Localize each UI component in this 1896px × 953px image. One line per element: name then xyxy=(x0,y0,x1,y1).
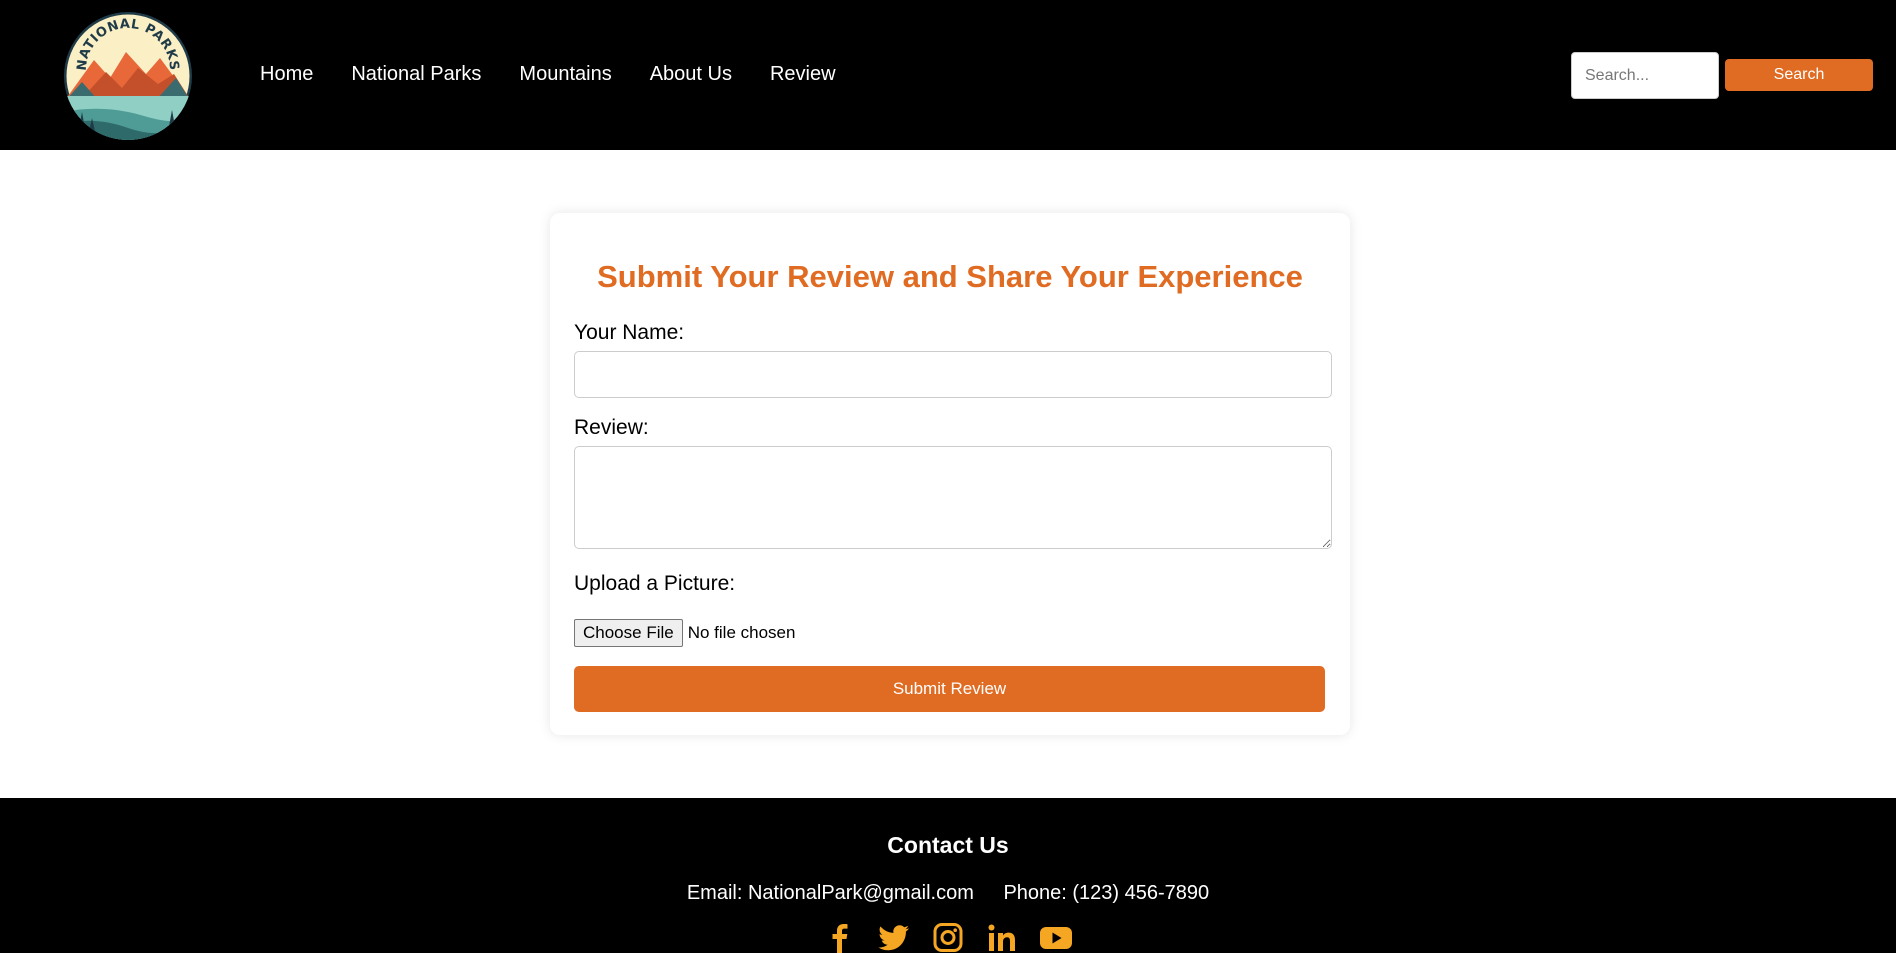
upload-label: Upload a Picture: xyxy=(574,572,736,595)
search-input[interactable] xyxy=(1571,52,1719,99)
instagram-icon[interactable] xyxy=(931,922,965,953)
review-form-card: Submit Your Review and Share Your Experi… xyxy=(550,213,1350,735)
search-button[interactable]: Search xyxy=(1725,59,1873,91)
form-title: Submit Your Review and Share Your Experi… xyxy=(597,259,1303,294)
name-label: Your Name: xyxy=(574,321,685,344)
nav-review[interactable]: Review xyxy=(770,60,836,88)
nav-mountains[interactable]: Mountains xyxy=(519,60,611,88)
linkedin-icon[interactable] xyxy=(985,922,1019,953)
site-footer: Contact Us Email: NationalPark@gmail.com… xyxy=(0,798,1896,953)
contact-info: Email: NationalPark@gmail.com Phone: (12… xyxy=(0,880,1896,906)
youtube-icon[interactable] xyxy=(1039,922,1073,953)
file-input[interactable]: Choose File No file chosen xyxy=(574,619,795,647)
nav-home[interactable]: Home xyxy=(260,60,313,88)
main-nav: Home National Parks Mountains About Us R… xyxy=(260,60,874,88)
facebook-icon[interactable] xyxy=(823,922,857,953)
footer-title: Contact Us xyxy=(887,832,1009,858)
nav-national-parks[interactable]: National Parks xyxy=(351,60,481,88)
choose-file-button[interactable]: Choose File xyxy=(574,619,683,647)
review-textarea[interactable] xyxy=(574,446,1332,549)
site-header: NATIONAL PARKS Home National Parks Mount… xyxy=(0,0,1896,150)
contact-email: Email: NationalPark@gmail.com xyxy=(686,882,974,904)
contact-phone: Phone: (123) 456-7890 xyxy=(1003,882,1210,904)
logo-image: NATIONAL PARKS xyxy=(64,12,192,140)
review-label: Review: xyxy=(574,416,649,439)
name-input[interactable] xyxy=(574,351,1332,398)
submit-review-button[interactable]: Submit Review xyxy=(574,666,1325,712)
file-status: No file chosen xyxy=(687,623,796,642)
nav-about-us[interactable]: About Us xyxy=(650,60,732,88)
twitter-icon[interactable] xyxy=(877,922,911,953)
national-parks-logo[interactable]: NATIONAL PARKS xyxy=(64,12,192,140)
social-links xyxy=(0,922,1896,953)
